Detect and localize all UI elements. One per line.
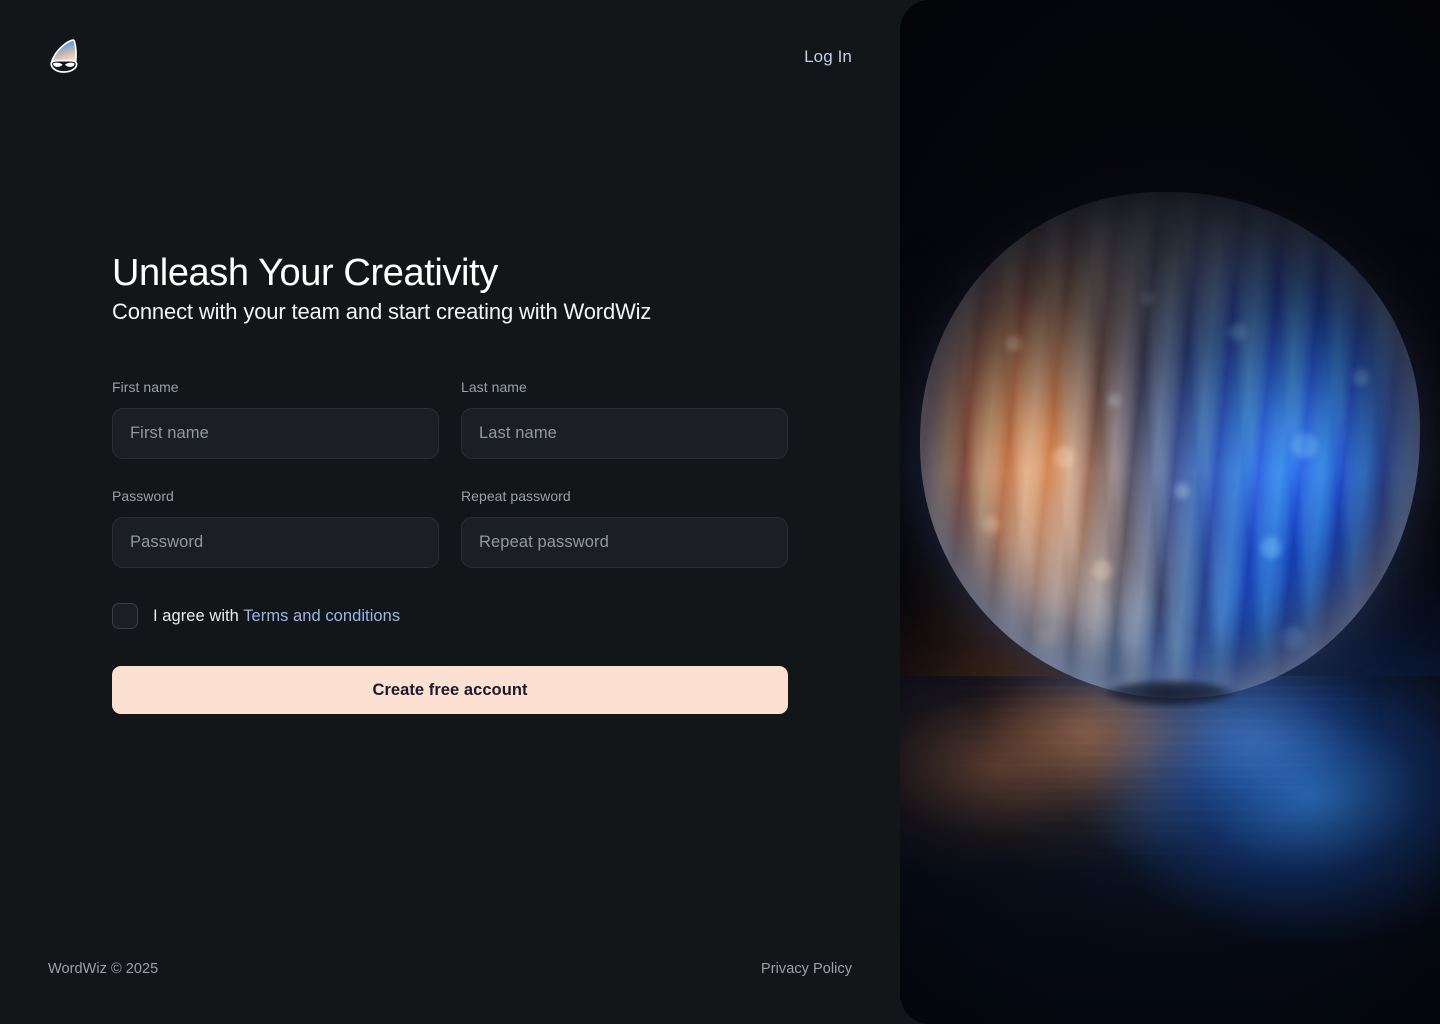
first-name-field: First name [112,379,439,460]
repeat-password-input[interactable] [461,517,788,569]
password-label: Password [112,488,174,505]
page-subtitle: Connect with your team and start creatin… [112,298,652,324]
repeat-password-field: Repeat password [461,459,788,569]
floor-ripple-texture [900,675,1440,1024]
repeat-password-label: Repeat password [461,488,571,505]
last-name-input[interactable] [461,408,788,460]
reflective-floor [900,675,1440,1024]
login-link[interactable]: Log In [804,48,852,65]
password-fields-row: Password Repeat password [112,459,788,569]
orb-contact-shadow [1105,680,1235,707]
page-title: Unleash Your Creativity [112,252,498,294]
signup-left-panel: Log In Unleash Your Creativity Connect w… [0,0,900,1024]
artwork-stage [900,0,1440,1024]
orb-rim-light [920,192,1420,698]
terms-agreement-row: I agree with Terms and conditions [112,603,788,630]
copyright-text: WordWiz © 2025 [48,960,159,977]
signup-form: First name Last name Password Repeat pas [112,379,788,715]
page-header: Log In [0,0,900,130]
first-name-label: First name [112,379,179,396]
page-footer: WordWiz © 2025 Privacy Policy [0,914,900,1024]
terms-checkbox[interactable] [112,603,138,630]
glass-orb-body [920,192,1420,699]
last-name-label: Last name [461,379,527,396]
privacy-policy-link[interactable]: Privacy Policy [761,962,852,977]
last-name-field: Last name [461,379,788,460]
wizard-hat-icon[interactable] [48,37,84,75]
create-free-account-button[interactable]: Create free account [112,666,788,715]
glass-orb-artwork [920,192,1420,707]
hero-artwork-panel [900,0,1440,1024]
terms-text: I agree with Terms and conditions [153,608,400,625]
first-name-input[interactable] [112,408,439,460]
password-input[interactable] [112,517,439,569]
password-field: Password [112,459,439,569]
signup-page: Log In Unleash Your Creativity Connect w… [0,0,1440,1024]
terms-prefix-label: I agree with [153,606,239,625]
signup-content: Unleash Your Creativity Connect with you… [112,252,788,715]
terms-and-conditions-link[interactable]: Terms and conditions [243,607,400,625]
name-fields-row: First name Last name [112,379,788,460]
